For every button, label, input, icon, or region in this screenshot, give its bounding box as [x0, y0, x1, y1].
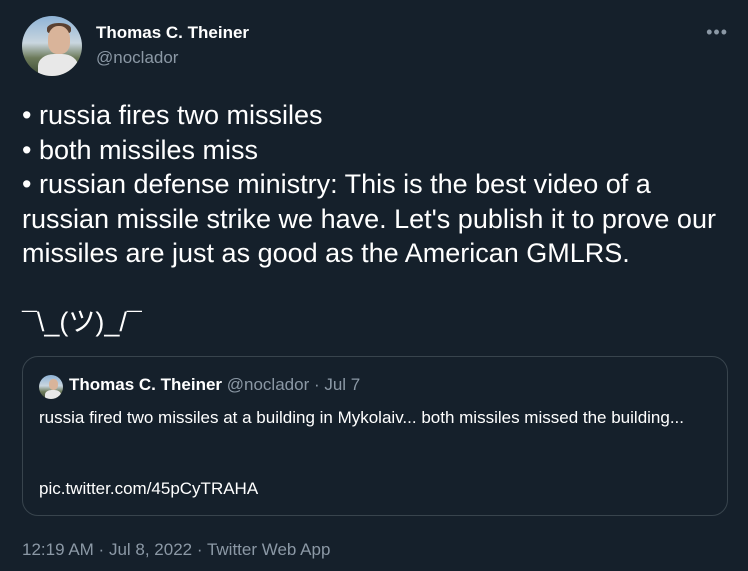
avatar-shirt — [45, 390, 61, 399]
more-options-icon[interactable]: ••• — [706, 22, 728, 43]
quoted-header: Thomas C. Theiner @noclador · Jul 7 — [69, 375, 360, 395]
quoted-media-link[interactable]: pic.twitter.com/45pCyTRAHA — [39, 479, 258, 499]
quoted-date: Jul 7 — [324, 375, 361, 394]
author-handle[interactable]: @noclador — [96, 48, 178, 68]
tweet-line: • russian defense ministry: This is the … — [22, 169, 716, 268]
quoted-display-name: Thomas C. Theiner — [69, 375, 223, 394]
timestamp-separator: · — [93, 540, 109, 559]
avatar-face — [49, 379, 58, 390]
tweet-date: Jul 8, 2022 — [108, 540, 193, 559]
tweet-line: • russia fires two missiles — [22, 100, 323, 130]
quoted-tweet[interactable]: Thomas C. Theiner @noclador · Jul 7 russ… — [22, 356, 728, 516]
tweet-source[interactable]: Twitter Web App — [207, 540, 330, 559]
author-display-name[interactable]: Thomas C. Theiner — [96, 23, 249, 43]
tweet-shrug: ¯\_(ツ)_/¯ — [22, 307, 142, 337]
quoted-author-avatar — [39, 375, 63, 399]
source-separator: · — [192, 540, 207, 559]
avatar-shirt — [38, 54, 78, 76]
tweet: Thomas C. Theiner @noclador ••• • russia… — [0, 0, 748, 571]
quoted-separator: · — [309, 375, 325, 394]
tweet-timestamp: 12:19 AM · Jul 8, 2022 · Twitter Web App — [22, 540, 330, 560]
tweet-text: • russia fires two missiles • both missi… — [22, 98, 732, 340]
avatar-face — [48, 26, 70, 54]
tweet-line: • both missiles miss — [22, 134, 258, 165]
quoted-text: russia fired two missiles at a building … — [39, 408, 685, 427]
tweet-time-link[interactable]: 12:19 AM · Jul 8, 2022 — [22, 540, 192, 559]
quoted-handle: @noclador — [226, 375, 310, 394]
author-avatar[interactable] — [22, 16, 82, 76]
tweet-time: 12:19 AM — [22, 540, 94, 559]
